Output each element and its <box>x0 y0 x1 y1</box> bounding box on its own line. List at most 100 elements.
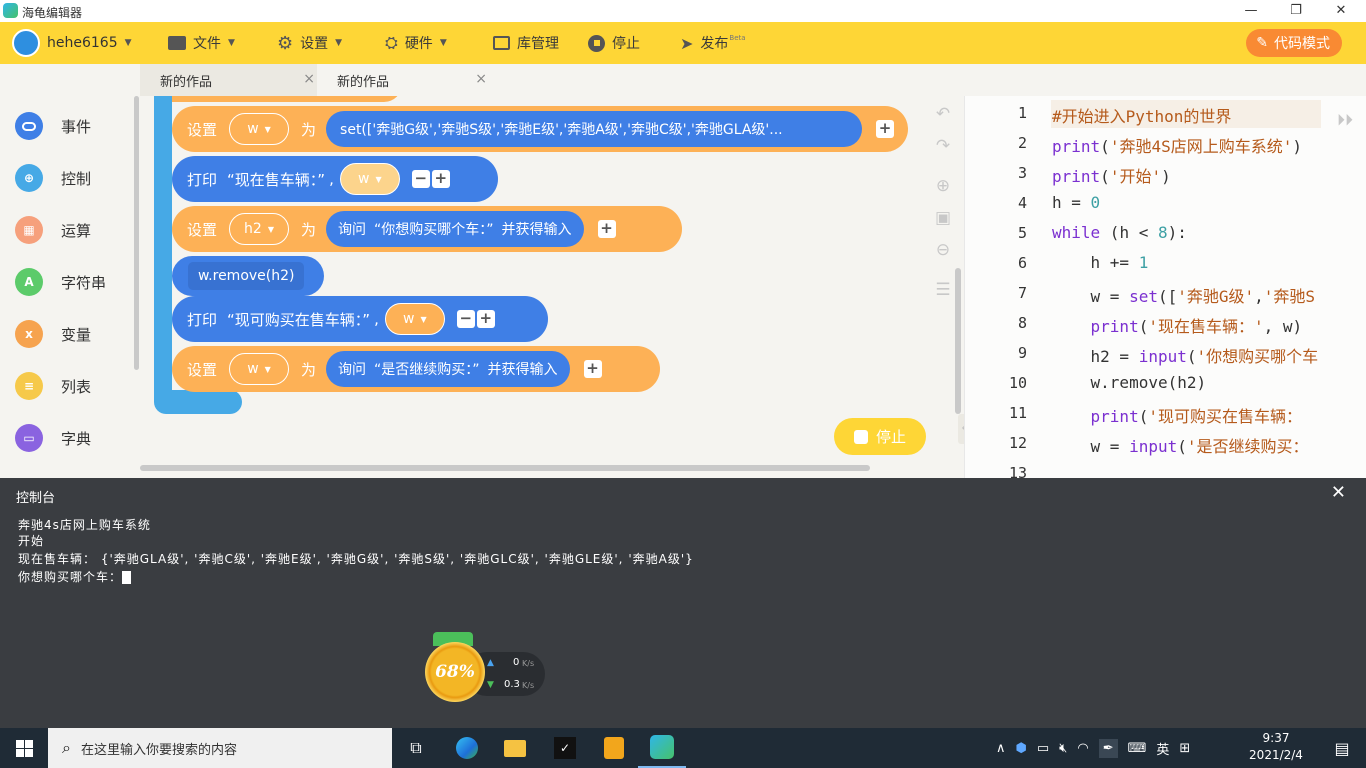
variable-dropdown[interactable]: w ▼ <box>339 163 400 195</box>
close-window-button[interactable]: ✕ <box>1318 0 1364 22</box>
add-param-icon[interactable]: + <box>597 220 616 238</box>
print-block[interactable]: 打印 “现在售车辆：” , w ▼ − + <box>172 156 498 202</box>
file-menu[interactable]: 文件 ▼ <box>168 22 235 64</box>
tab-project-1[interactable]: 新的作品 × <box>140 64 325 96</box>
set-w-block[interactable]: 设置 w ▼ 为 set(['奔驰G级','奔驰S级','奔驰E级','奔驰A级'… <box>172 106 908 152</box>
category-strings[interactable]: A 字符串 <box>15 268 106 296</box>
ask-prompt[interactable]: “是否继续购买：” <box>374 359 480 379</box>
code-token: ( <box>1138 317 1149 336</box>
category-events[interactable]: 事件 <box>15 112 91 140</box>
category-variables[interactable]: x 变量 <box>15 320 91 348</box>
code-token: h = <box>1052 193 1091 212</box>
start-button[interactable] <box>0 728 48 768</box>
variable-dropdown[interactable]: w ▼ <box>229 353 290 385</box>
notification-center-icon[interactable]: ▤ <box>1318 728 1366 768</box>
app-icon-dark[interactable]: ✓ <box>541 728 589 768</box>
restore-button[interactable]: ❐ <box>1273 0 1319 22</box>
code-line: w.remove(h2) <box>1052 373 1207 392</box>
upload-arrow-icon: ▲ <box>487 658 494 668</box>
console-input-line[interactable]: 你想购买哪个车： <box>18 568 132 585</box>
upload-speed: 0 <box>513 657 520 668</box>
input-block[interactable]: 询问 “是否继续购买：” 并获得输入 <box>326 351 570 387</box>
while-loop-body <box>154 96 172 396</box>
variable-dropdown[interactable]: h2 ▼ <box>229 213 290 245</box>
add-param-icon[interactable]: + <box>431 170 450 188</box>
remove-param-icon[interactable]: − <box>411 170 430 188</box>
hardware-menu[interactable]: ⛭ 硬件 ▼ <box>385 22 447 64</box>
category-label: 控制 <box>61 169 92 188</box>
stop-button[interactable]: 停止 <box>588 22 640 64</box>
cleanup-icon[interactable]: ☰ <box>932 280 954 300</box>
code-preview-panel[interactable]: 1 2 3 4 5 6 7 8 9 10 11 12 13 #开始进入Python的世界 print('奔… <box>964 96 1366 478</box>
redo-icon[interactable]: ↷ <box>932 136 954 156</box>
ask-prompt[interactable]: “你想购买哪个车：” <box>374 219 494 239</box>
library-button[interactable]: 库管理 <box>493 22 559 64</box>
stop-run-button[interactable]: 停止 <box>834 418 926 455</box>
zoom-reset-icon[interactable]: ▣ <box>932 208 954 228</box>
workspace-vertical-scrollbar[interactable] <box>955 268 961 414</box>
code-statement-block[interactable]: w.remove(h2) <box>172 256 324 296</box>
taskbar-search-box[interactable]: ⌕ 在这里输入你要搜索的内容 <box>48 728 392 768</box>
volume-muted-icon[interactable]: 🔇︎ <box>1059 741 1067 756</box>
file-explorer-icon[interactable] <box>491 728 539 768</box>
zoom-out-icon[interactable]: ⊖ <box>932 240 954 260</box>
console-title: 控制台 <box>16 491 56 506</box>
close-tab-icon[interactable]: × <box>303 71 315 87</box>
keyboard-icon[interactable]: ⌨ <box>1128 741 1147 756</box>
bluetooth-icon[interactable]: ⬢ <box>1016 741 1027 756</box>
stop-square-icon <box>853 429 868 444</box>
publish-button[interactable]: ➤ 发布 Beta <box>680 22 746 64</box>
category-control[interactable]: ⊕ 控制 <box>15 164 91 192</box>
expand-panel-icon[interactable]: ⏵⏵ <box>1337 110 1353 130</box>
library-icon <box>493 36 510 50</box>
ime-mode-icon[interactable]: ⊞ <box>1179 741 1190 756</box>
variable-dropdown[interactable]: w ▼ <box>384 303 445 335</box>
edge-browser-icon[interactable] <box>443 728 491 768</box>
clock[interactable]: 9:37 2021/2/4 <box>1244 730 1308 764</box>
tab-project-2[interactable]: 新的作品 × <box>317 64 505 96</box>
add-param-icon[interactable]: + <box>876 120 895 138</box>
chevron-down-icon: ▼ <box>264 364 271 374</box>
block-workspace[interactable]: 设置 w ▼ 为 set(['奔驰G级','奔驰S级','奔驰E级','奔驰A级'… <box>140 96 964 478</box>
turtle-editor-taskbar-icon[interactable] <box>638 728 686 768</box>
add-param-icon[interactable]: + <box>583 360 602 378</box>
set-w-input-block[interactable]: 设置 w ▼ 为 询问 “是否继续购买：” 并获得输入 + <box>172 346 660 392</box>
print-string[interactable]: “现在售车辆：” <box>227 169 325 190</box>
chevron-up-icon[interactable]: ∧ <box>996 741 1006 756</box>
minimize-button[interactable]: — <box>1228 0 1274 22</box>
task-view-icon[interactable]: ⧉ <box>392 728 440 768</box>
wifi-icon[interactable]: ◠ <box>1077 741 1088 756</box>
variable-dropdown[interactable]: w ▼ <box>229 113 290 145</box>
code-line: print('现可购买在售车辆： <box>1052 403 1302 427</box>
close-tab-icon[interactable]: × <box>475 71 487 87</box>
workspace-horizontal-scrollbar[interactable] <box>140 465 870 471</box>
sidebar-scrollbar[interactable] <box>134 96 139 370</box>
remove-param-icon[interactable]: − <box>456 310 475 328</box>
notes-app-icon[interactable] <box>590 728 638 768</box>
code-token: ( <box>1177 437 1187 456</box>
set-value-expression[interactable]: set(['奔驰G级','奔驰S级','奔驰E级','奔驰A级','奔驰C级',… <box>326 111 863 147</box>
undo-icon[interactable]: ↶ <box>932 104 954 124</box>
code-statement-text[interactable]: w.remove(h2) <box>188 262 305 290</box>
category-operators[interactable]: ▦ 运算 <box>15 216 91 244</box>
print-block[interactable]: 打印 “现可购买在售车辆：” , w ▼ − + <box>172 296 548 342</box>
close-console-icon[interactable]: ✕ <box>1331 482 1346 503</box>
ime-indicator[interactable]: 英 <box>1156 739 1169 758</box>
add-param-icon[interactable]: + <box>476 310 495 328</box>
input-block[interactable]: 询问 “你想购买哪个车：” 并获得输入 <box>326 211 584 247</box>
category-dicts[interactable]: ▭ 字典 <box>15 424 91 452</box>
category-lists[interactable]: ≡ 列表 <box>15 372 91 400</box>
user-menu[interactable]: hehe6165 ▼ <box>12 22 132 64</box>
settings-menu[interactable]: ⚙ 设置 ▼ <box>277 22 342 64</box>
code-token: '现在售车辆：' <box>1148 317 1264 336</box>
zoom-in-icon[interactable]: ⊕ <box>932 176 954 196</box>
set-h2-block[interactable]: 设置 h2 ▼ 为 询问 “你想购买哪个车：” 并获得输入 + <box>172 206 682 252</box>
network-speed-widget[interactable]: 68% ▲ 0 K/s ▼ 0.3 K/s <box>425 632 545 707</box>
code-token: '奔驰4S店网上购车系统' <box>1109 137 1293 156</box>
battery-icon[interactable]: ▭ <box>1037 741 1049 756</box>
code-mode-button[interactable]: ✎ 代码模式 <box>1246 29 1342 57</box>
pen-icon[interactable]: ✒ <box>1098 738 1118 758</box>
print-string[interactable]: “现可购买在售车辆：” <box>227 309 370 330</box>
